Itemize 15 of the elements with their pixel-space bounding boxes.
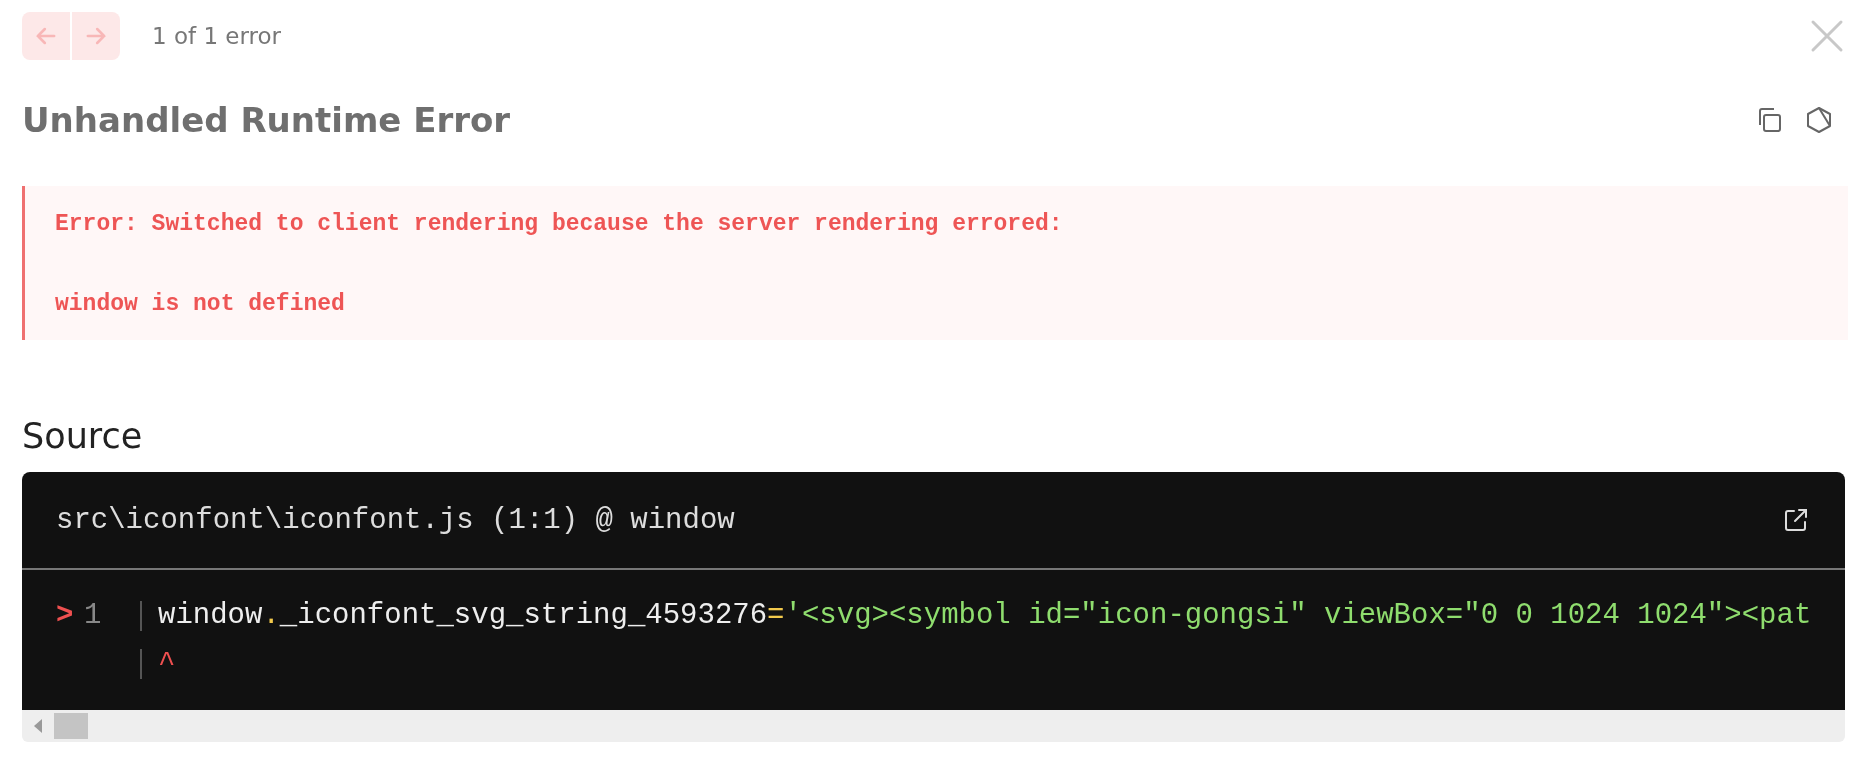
error-title: Unhandled Runtime Error xyxy=(22,100,511,140)
line-number: 1 xyxy=(84,598,103,634)
scroll-left-icon[interactable] xyxy=(34,719,44,733)
line-marker: > xyxy=(56,598,75,634)
horizontal-scrollbar[interactable] xyxy=(22,710,1845,742)
file-location: src\iconfont\iconfont.js (1:1) @ window xyxy=(56,503,735,537)
section-heading: Source xyxy=(22,416,144,456)
scrollbar-thumb[interactable] xyxy=(54,713,88,739)
error-message: window is not defined xyxy=(55,290,346,319)
error-caret: ^ xyxy=(158,646,176,682)
close-icon[interactable] xyxy=(1810,19,1844,53)
error-counter: 1 of 1 error xyxy=(152,23,282,49)
code-line: window._iconfont_svg_string_4593276='<svg><symbol id="icon-gongsi" viewBox="0 0 1024 1024"><pat xyxy=(158,598,1812,634)
hexagon-icon[interactable] xyxy=(1804,105,1834,135)
error-message: Error: Switched to client rendering because the server rendering errored: xyxy=(55,210,1064,239)
